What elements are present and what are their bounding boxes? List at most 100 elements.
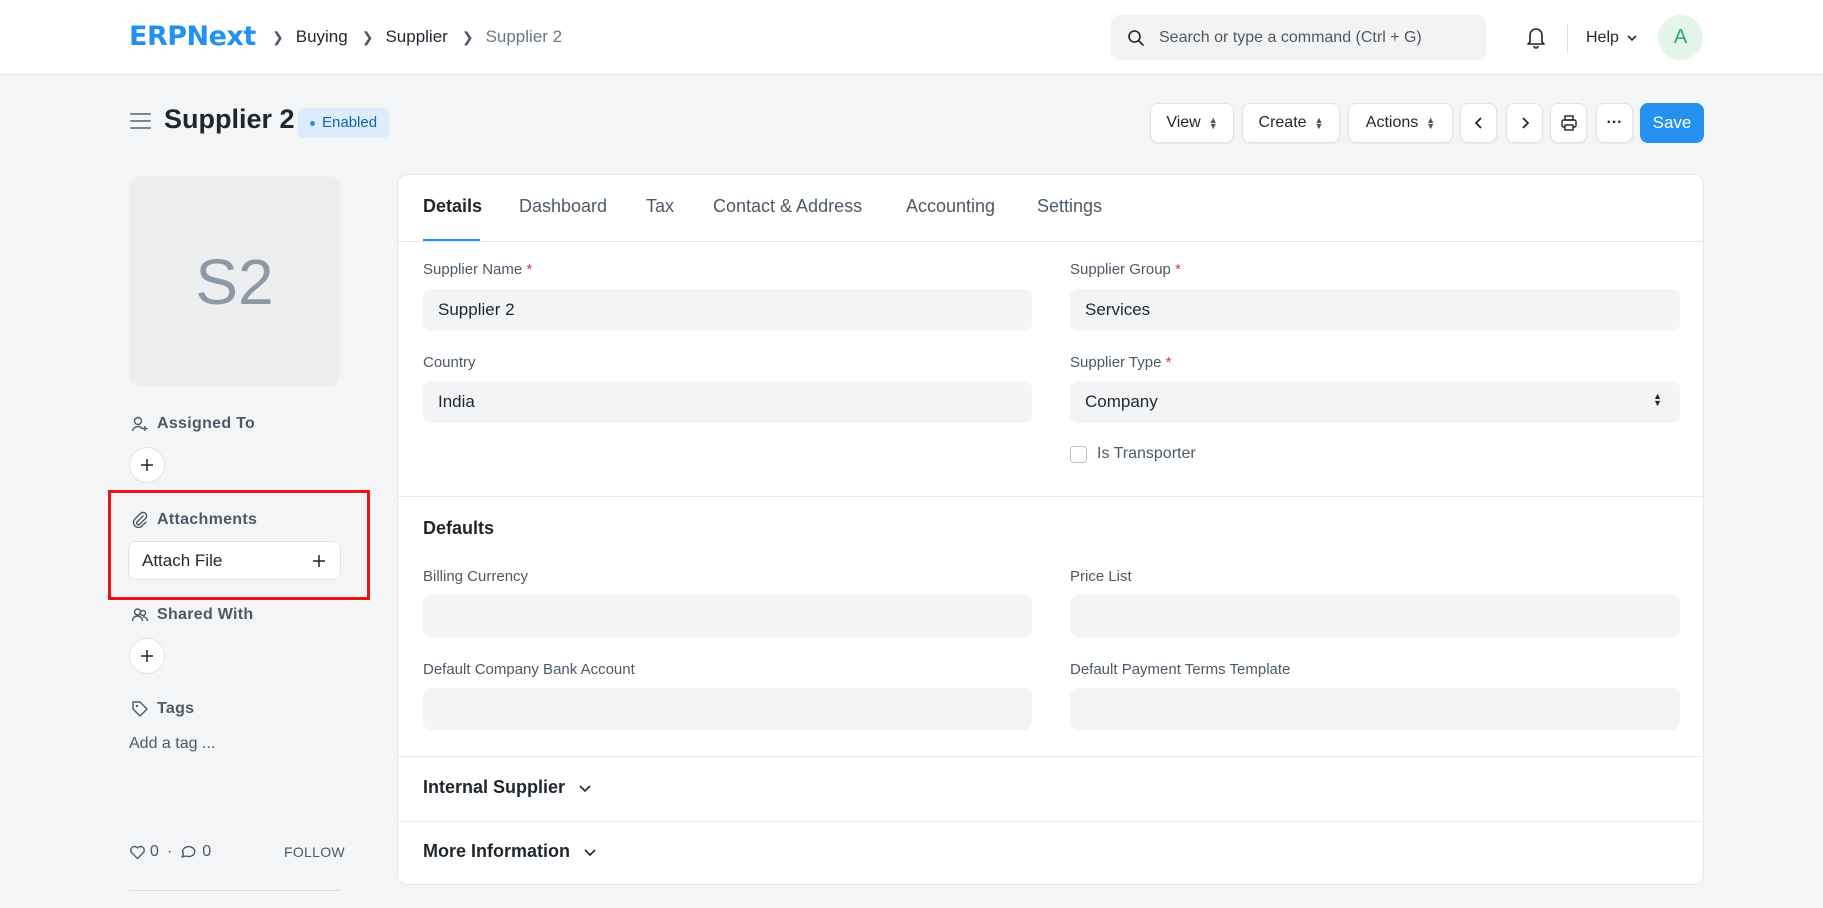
country-label: Country	[423, 354, 476, 371]
more-information-section-toggle[interactable]: More Information	[423, 841, 598, 862]
assigned-to-label: Assigned To	[157, 415, 256, 432]
country-field[interactable]: India	[423, 381, 1032, 423]
actions-label: Actions	[1365, 114, 1419, 131]
plus-icon	[313, 554, 325, 567]
comment-icon[interactable]	[180, 844, 198, 860]
supplier-type-value: Company	[1085, 392, 1158, 411]
internal-supplier-title: Internal Supplier	[423, 777, 566, 797]
billing-currency-label: Billing Currency	[423, 568, 529, 585]
navbar: ERPNext ❯ Buying ❯ Supplier ❯ Supplier 2…	[0, 0, 1823, 75]
plus-icon	[141, 459, 153, 471]
internal-supplier-section-toggle[interactable]: Internal Supplier	[423, 777, 593, 798]
sort-arrows-icon: ▲ ▼	[1314, 115, 1324, 131]
is-transporter-checkbox[interactable]: Is Transporter	[1070, 445, 1196, 463]
section-divider	[398, 821, 1703, 822]
more-options-button[interactable]: ···	[1596, 103, 1633, 143]
chevron-right-icon: ❯	[272, 28, 284, 45]
previous-record-button[interactable]	[1460, 103, 1497, 143]
form-tabs: Details Dashboard Tax Contact & Address …	[398, 175, 1703, 242]
tab-dashboard[interactable]: Dashboard	[519, 196, 607, 217]
notification-bell-icon[interactable]	[1524, 24, 1548, 50]
tab-accounting[interactable]: Accounting	[906, 196, 995, 217]
tab-details[interactable]: Details	[423, 196, 482, 217]
default-company-bank-account-field[interactable]	[423, 688, 1032, 730]
defaults-section-title: Defaults	[423, 518, 495, 538]
actions-button[interactable]: Actions ▲ ▼	[1348, 103, 1453, 143]
shared-with-label: Shared With	[157, 606, 254, 623]
attach-file-label: Attach File	[142, 550, 223, 570]
supplier-type-select[interactable]: Company ▲ ▼	[1070, 381, 1680, 423]
save-button[interactable]: Save	[1640, 103, 1704, 143]
search-placeholder: Search or type a command (Ctrl + G)	[1159, 28, 1422, 46]
chevron-left-icon	[1474, 117, 1482, 129]
sort-arrows-icon: ▲ ▼	[1426, 115, 1436, 131]
sidebar-toggle-icon[interactable]	[130, 113, 151, 129]
search-icon	[1128, 29, 1144, 46]
chevron-right-icon: ❯	[461, 28, 474, 45]
select-arrows-icon: ▲ ▼	[1653, 391, 1662, 408]
more-icon: ···	[1606, 114, 1623, 131]
tab-contact-address[interactable]: Contact & Address	[713, 196, 862, 217]
tab-settings[interactable]: Settings	[1037, 196, 1102, 217]
view-label: View	[1166, 114, 1201, 131]
section-divider	[398, 756, 1703, 757]
supplier-type-label: Supplier Type *	[1070, 354, 1172, 371]
supplier-group-field[interactable]: Services	[1070, 289, 1680, 331]
default-company-bank-account-label: Default Company Bank Account	[423, 661, 635, 678]
view-button[interactable]: View ▲ ▼	[1150, 103, 1234, 143]
page-title: Supplier 2	[164, 104, 295, 134]
user-avatar[interactable]: A	[1658, 15, 1703, 60]
chevron-down-icon	[579, 784, 591, 792]
more-information-title: More Information	[423, 841, 570, 861]
price-list-label: Price List	[1070, 568, 1132, 585]
separator-dot: ·	[166, 843, 173, 860]
search-input[interactable]: Search or type a command (Ctrl + G)	[1111, 15, 1486, 60]
attachments-section: Attachments	[131, 511, 257, 529]
comment-count: 0	[202, 843, 212, 860]
breadcrumb-supplier[interactable]: Supplier	[385, 27, 447, 47]
tab-tax[interactable]: Tax	[646, 196, 674, 217]
billing-currency-field[interactable]	[423, 595, 1032, 637]
default-payment-terms-template-field[interactable]	[1070, 688, 1680, 730]
price-list-field[interactable]	[1070, 595, 1680, 637]
supplier-name-label: Supplier Name *	[423, 261, 533, 278]
follow-button[interactable]: FOLLOW	[284, 844, 345, 860]
add-share-button[interactable]	[129, 638, 165, 674]
like-count: 0	[150, 843, 159, 860]
engagement-stats: 0 · 0	[129, 843, 211, 861]
breadcrumb-current[interactable]: Supplier 2	[486, 27, 563, 47]
chevron-down-icon	[1627, 35, 1637, 42]
erpnext-logo[interactable]: ERPNext	[129, 21, 256, 52]
breadcrumb: ❯ Buying ❯ Supplier ❯ Supplier 2	[272, 27, 576, 47]
breadcrumb-buying[interactable]: Buying	[296, 27, 348, 47]
heart-icon[interactable]	[129, 844, 146, 860]
help-dropdown[interactable]: Help	[1586, 29, 1639, 47]
printer-icon	[1560, 115, 1577, 131]
add-assignee-button[interactable]	[129, 447, 165, 483]
assigned-to-section: Assigned To	[131, 415, 255, 433]
paperclip-icon	[132, 511, 148, 529]
create-button[interactable]: Create ▲ ▼	[1242, 103, 1340, 143]
is-transporter-label: Is Transporter	[1097, 445, 1196, 462]
supplier-name-field[interactable]: Supplier 2	[423, 289, 1032, 331]
add-user-icon	[131, 416, 148, 432]
shared-with-section: Shared With	[131, 606, 254, 624]
attach-file-button[interactable]: Attach File	[128, 541, 341, 580]
add-tag-link[interactable]: Add a tag ...	[129, 735, 215, 753]
default-payment-terms-template-label: Default Payment Terms Template	[1070, 661, 1291, 678]
attachments-label: Attachments	[157, 511, 258, 528]
chevron-down-icon	[584, 848, 596, 856]
section-divider	[398, 496, 1703, 497]
print-button[interactable]	[1550, 103, 1587, 143]
sort-arrows-icon: ▲ ▼	[1208, 115, 1218, 131]
help-label: Help	[1586, 29, 1619, 46]
checkbox-box[interactable]	[1070, 445, 1087, 463]
supplier-group-label: Supplier Group *	[1070, 261, 1181, 278]
tags-label: Tags	[157, 700, 195, 717]
create-label: Create	[1258, 114, 1307, 131]
users-icon	[131, 608, 149, 622]
supplier-image-placeholder[interactable]: S2	[129, 176, 340, 387]
tag-icon	[132, 701, 148, 717]
next-record-button[interactable]	[1506, 103, 1543, 143]
tags-section: Tags	[131, 700, 194, 718]
